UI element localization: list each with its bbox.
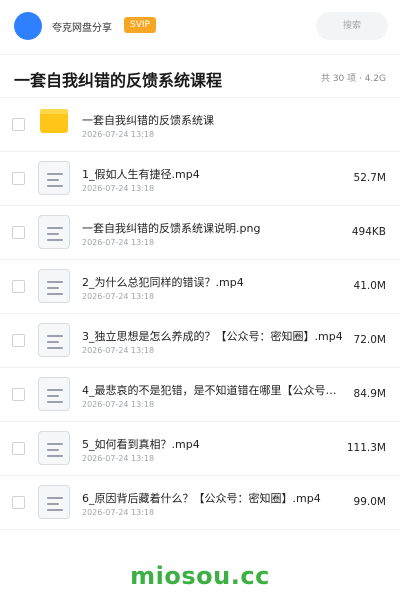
file-size: 52.7M bbox=[353, 172, 386, 184]
item-checkbox[interactable] bbox=[12, 496, 25, 509]
file-date: 2026-07-24 13:18 bbox=[82, 508, 155, 517]
page-title: 一套自我纠错的反馈系统课程 bbox=[14, 71, 223, 90]
item-checkbox[interactable] bbox=[12, 442, 25, 455]
file-icon bbox=[38, 377, 70, 411]
folder-meta: 共 30 项 · 4.2G bbox=[320, 74, 386, 84]
file-name: 6_原因背后藏着什么？【公众号：密知圈】.mp4 bbox=[82, 492, 321, 505]
file-icon bbox=[38, 269, 70, 303]
file-name: 1_假如人生有捷径.mp4 bbox=[82, 168, 200, 181]
folder-icon bbox=[40, 109, 68, 133]
file-list: 一套自我纠错的反馈系统课 2026-07-24 13:18 1_假如人生有捷径.… bbox=[0, 98, 400, 530]
file-name: 一套自我纠错的反馈系统课说明.png bbox=[82, 222, 261, 235]
file-name: 一套自我纠错的反馈系统课 bbox=[82, 114, 214, 127]
file-icon bbox=[38, 161, 70, 195]
file-icon bbox=[38, 485, 70, 519]
file-date: 2026-07-24 13:18 bbox=[82, 130, 155, 139]
app-name: 夸克网盘分享 bbox=[52, 23, 112, 34]
file-size: 84.9M bbox=[353, 388, 386, 400]
file-size: 72.0M bbox=[353, 334, 386, 346]
file-icon bbox=[38, 215, 70, 249]
file-name: 3_独立思想是怎么养成的？【公众号：密知圈】.mp4 bbox=[82, 330, 343, 343]
list-item[interactable]: 1_假如人生有捷径.mp4 2026-07-24 13:18 52.7M bbox=[0, 152, 400, 206]
watermark: miosou.cc bbox=[130, 562, 270, 590]
file-size: 111.3M bbox=[346, 442, 386, 454]
file-size: 494KB bbox=[351, 226, 386, 238]
item-checkbox[interactable] bbox=[12, 226, 25, 239]
file-date: 2026-07-24 13:18 bbox=[82, 184, 155, 193]
list-item[interactable]: 5_如何看到真相？.mp4 2026-07-24 13:18 111.3M bbox=[0, 422, 400, 476]
file-date: 2026-07-24 13:18 bbox=[82, 400, 155, 409]
item-checkbox[interactable] bbox=[12, 280, 25, 293]
file-name: 4_最悲哀的不是犯错，是不知道错在哪里【公众号：密知圈】.mp4 bbox=[82, 384, 344, 397]
list-item[interactable]: 2_为什么总犯同样的错误？.mp4 2026-07-24 13:18 41.0M bbox=[0, 260, 400, 314]
file-name: 2_为什么总犯同样的错误？.mp4 bbox=[82, 276, 244, 289]
file-name: 5_如何看到真相？.mp4 bbox=[82, 438, 200, 451]
file-date: 2026-07-24 13:18 bbox=[82, 346, 155, 355]
item-checkbox[interactable] bbox=[12, 388, 25, 401]
item-checkbox[interactable] bbox=[12, 334, 25, 347]
file-size: 99.0M bbox=[353, 496, 386, 508]
file-size: 41.0M bbox=[353, 280, 386, 292]
file-date: 2026-07-24 13:18 bbox=[82, 454, 155, 463]
list-item[interactable]: 4_最悲哀的不是犯错，是不知道错在哪里【公众号：密知圈】.mp4 2026-07… bbox=[0, 368, 400, 422]
avatar[interactable] bbox=[14, 12, 42, 40]
list-item[interactable]: 6_原因背后藏着什么？【公众号：密知圈】.mp4 2026-07-24 13:1… bbox=[0, 476, 400, 530]
list-item[interactable]: 一套自我纠错的反馈系统课 2026-07-24 13:18 bbox=[0, 98, 400, 152]
app-header: 夸克网盘分享 SVIP bbox=[0, 0, 400, 54]
svip-badge: SVIP bbox=[124, 17, 156, 33]
file-icon bbox=[38, 431, 70, 465]
item-checkbox[interactable] bbox=[12, 172, 25, 185]
list-item[interactable]: 3_独立思想是怎么养成的？【公众号：密知圈】.mp4 2026-07-24 13… bbox=[0, 314, 400, 368]
item-checkbox[interactable] bbox=[12, 118, 25, 131]
file-date: 2026-07-24 13:18 bbox=[82, 292, 155, 301]
file-icon bbox=[38, 323, 70, 357]
list-item[interactable]: 一套自我纠错的反馈系统课说明.png 2026-07-24 13:18 494K… bbox=[0, 206, 400, 260]
search-input[interactable] bbox=[316, 12, 388, 40]
folder-title-row: 一套自我纠错的反馈系统课程 共 30 项 · 4.2G bbox=[0, 55, 400, 97]
file-date: 2026-07-24 13:18 bbox=[82, 238, 155, 247]
